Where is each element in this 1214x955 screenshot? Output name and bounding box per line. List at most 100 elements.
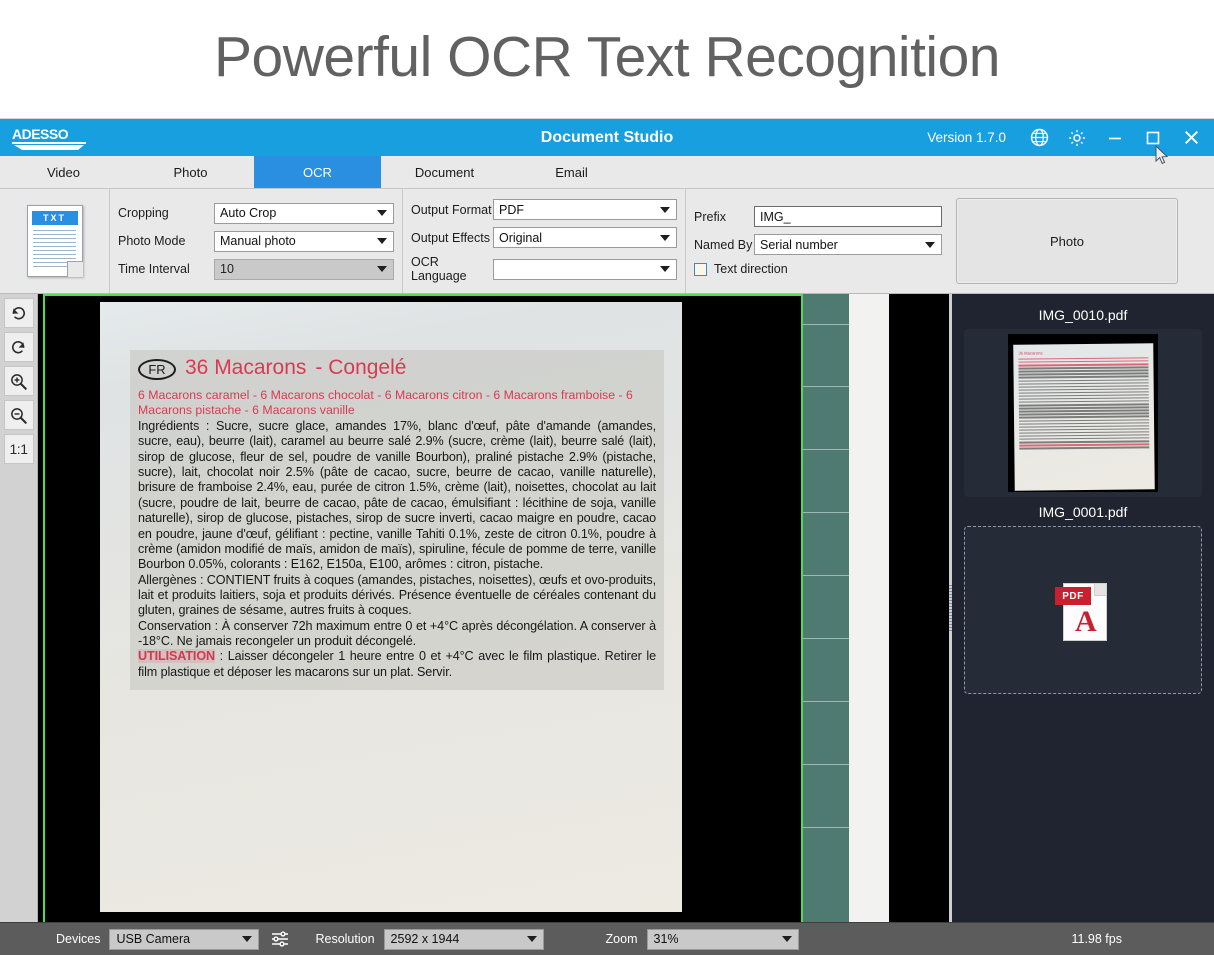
zoom-value: 31% xyxy=(654,932,679,946)
named-by-row: Named By Serial number xyxy=(694,234,942,255)
thumbnail-name: IMG_0001.pdf xyxy=(964,501,1202,526)
chevron-down-icon xyxy=(660,266,670,272)
devices-select[interactable]: USB Camera xyxy=(109,929,259,950)
utilisation-detail: : Laisser décongeler 1 heure entre 0 et … xyxy=(138,649,656,678)
rotate-left-icon[interactable] xyxy=(4,298,34,328)
panel-splitter[interactable] xyxy=(949,294,952,922)
txt-document-icon: TXT xyxy=(27,205,83,277)
status-bar: Devices USB Camera Resolution 2592 x 194… xyxy=(0,922,1214,955)
actual-size-button[interactable]: 1:1 xyxy=(4,434,34,464)
maximize-icon[interactable] xyxy=(1134,119,1172,156)
workspace: 1:1 FR 36 Macarons - xyxy=(0,294,1214,922)
chevron-down-icon xyxy=(660,235,670,241)
chevron-down-icon xyxy=(782,936,792,942)
photo-mode-value: Manual photo xyxy=(220,234,296,248)
time-interval-row: Time Interval 10 xyxy=(118,259,394,280)
time-interval-value: 10 xyxy=(220,262,234,276)
thumbnail-name: IMG_0010.pdf xyxy=(964,304,1202,329)
sliders-icon[interactable] xyxy=(267,927,293,951)
page-title: Powerful OCR Text Recognition xyxy=(214,29,1000,86)
named-by-select[interactable]: Serial number xyxy=(754,234,942,255)
prefix-label: Prefix xyxy=(694,210,754,224)
zoom-select[interactable]: 31% xyxy=(647,929,799,950)
ocr-language-label: OCR Language xyxy=(411,255,493,283)
output-effects-value: Original xyxy=(499,231,542,245)
prefix-input[interactable]: IMG_ xyxy=(754,206,942,227)
thumbnail-item[interactable]: PDF A xyxy=(964,526,1202,694)
gear-icon[interactable] xyxy=(1058,119,1096,156)
app-window: ADESSO Document Studio Version 1.7.0 xyxy=(0,118,1214,955)
output-settings-segment: Output Format PDF Output Effects Origina… xyxy=(403,189,686,293)
zoom-label: Zoom xyxy=(606,932,638,946)
title-bar-actions: Version 1.7.0 xyxy=(927,119,1214,156)
close-icon[interactable] xyxy=(1172,119,1210,156)
pdf-file-icon: PDF A xyxy=(1055,577,1111,643)
pdf-corner-fold xyxy=(1094,584,1106,596)
prefix-row: Prefix IMG_ xyxy=(694,206,942,227)
hero-banner: Powerful OCR Text Recognition xyxy=(0,0,1214,114)
cropping-row: Cropping Auto Crop xyxy=(118,203,394,224)
photo-mode-label: Photo Mode xyxy=(118,234,214,248)
tab-ocr[interactable]: OCR xyxy=(254,156,381,188)
product-title: 36 Macarons xyxy=(185,356,306,380)
output-effects-select[interactable]: Original xyxy=(493,227,677,248)
named-by-value: Serial number xyxy=(760,238,838,252)
cropping-select[interactable]: Auto Crop xyxy=(214,203,394,224)
adesso-logo: ADESSO xyxy=(0,125,124,151)
captured-files-panel: IMG_0010.pdf 36 Macarons xyxy=(952,294,1214,922)
label-text-body: Ingrédients : Sucre, sucre glace, amande… xyxy=(138,419,656,680)
minimize-icon[interactable] xyxy=(1096,119,1134,156)
cropping-value: Auto Crop xyxy=(220,206,276,220)
camera-preview[interactable]: FR 36 Macarons - Congelé 6 Macarons cara… xyxy=(38,294,949,922)
main-tabs: Video Photo OCR Document Email xyxy=(0,156,1214,189)
thumbnail-paper: 36 Macarons xyxy=(1013,343,1155,490)
thumbnail-scan-preview: 36 Macarons xyxy=(1008,334,1158,492)
scanned-page: FR 36 Macarons - Congelé 6 Macarons cara… xyxy=(100,302,682,912)
photo-mode-row: Photo Mode Manual photo xyxy=(118,231,394,252)
country-badge: FR xyxy=(138,359,176,380)
pdf-badge-label: PDF xyxy=(1055,587,1091,605)
svg-text:ADESSO: ADESSO xyxy=(12,126,69,142)
globe-icon[interactable] xyxy=(1020,119,1058,156)
photo-mode-select[interactable]: Manual photo xyxy=(214,231,394,252)
text-direction-row[interactable]: Text direction xyxy=(694,262,942,276)
chevron-down-icon xyxy=(377,210,387,216)
text-direction-checkbox[interactable] xyxy=(694,263,707,276)
version-label: Version 1.7.0 xyxy=(927,130,1006,145)
output-format-label: Output Format xyxy=(411,203,493,217)
zoom-in-icon[interactable] xyxy=(4,366,34,396)
zoom-out-icon[interactable] xyxy=(4,400,34,430)
pdf-glyph: A xyxy=(1075,607,1097,637)
tab-email[interactable]: Email xyxy=(508,156,635,188)
product-label: FR 36 Macarons - Congelé 6 Macarons cara… xyxy=(130,350,664,690)
background-tiles xyxy=(803,294,851,922)
background-wall xyxy=(849,294,889,922)
resolution-label: Resolution xyxy=(315,932,374,946)
settings-toolbar: TXT Cropping Auto Crop xyxy=(0,189,1214,294)
time-interval-select[interactable]: 10 xyxy=(214,259,394,280)
thumbnail-item[interactable]: 36 Macarons xyxy=(964,329,1202,497)
thumbnail-heading: 36 Macarons xyxy=(1018,349,1148,355)
capture-photo-button[interactable]: Photo xyxy=(956,198,1178,284)
conservation-text: Conservation : À conserver 72h maximum e… xyxy=(138,619,656,650)
product-flavors: 6 Macarons caramel - 6 Macarons chocolat… xyxy=(138,388,656,417)
utilisation-text: UTILISATION : Laisser décongeler 1 heure… xyxy=(138,649,656,680)
tab-video[interactable]: Video xyxy=(0,156,127,188)
rotate-right-icon[interactable] xyxy=(4,332,34,362)
chevron-down-icon xyxy=(377,238,387,244)
tab-document[interactable]: Document xyxy=(381,156,508,188)
thumbnail-text-lines xyxy=(1018,357,1149,449)
chevron-down-icon xyxy=(377,266,387,272)
cropping-label: Cropping xyxy=(118,206,214,220)
ocr-language-select[interactable] xyxy=(493,259,677,280)
output-effects-row: Output Effects Original xyxy=(411,227,677,248)
crop-guide-top xyxy=(43,294,803,296)
text-direction-label: Text direction xyxy=(714,262,788,276)
output-effects-label: Output Effects xyxy=(411,231,493,245)
output-format-select[interactable]: PDF xyxy=(493,199,677,220)
output-format-value: PDF xyxy=(499,203,524,217)
resolution-select[interactable]: 2592 x 1944 xyxy=(384,929,544,950)
ocr-language-row: OCR Language xyxy=(411,255,677,283)
tab-photo[interactable]: Photo xyxy=(127,156,254,188)
devices-label: Devices xyxy=(56,932,100,946)
